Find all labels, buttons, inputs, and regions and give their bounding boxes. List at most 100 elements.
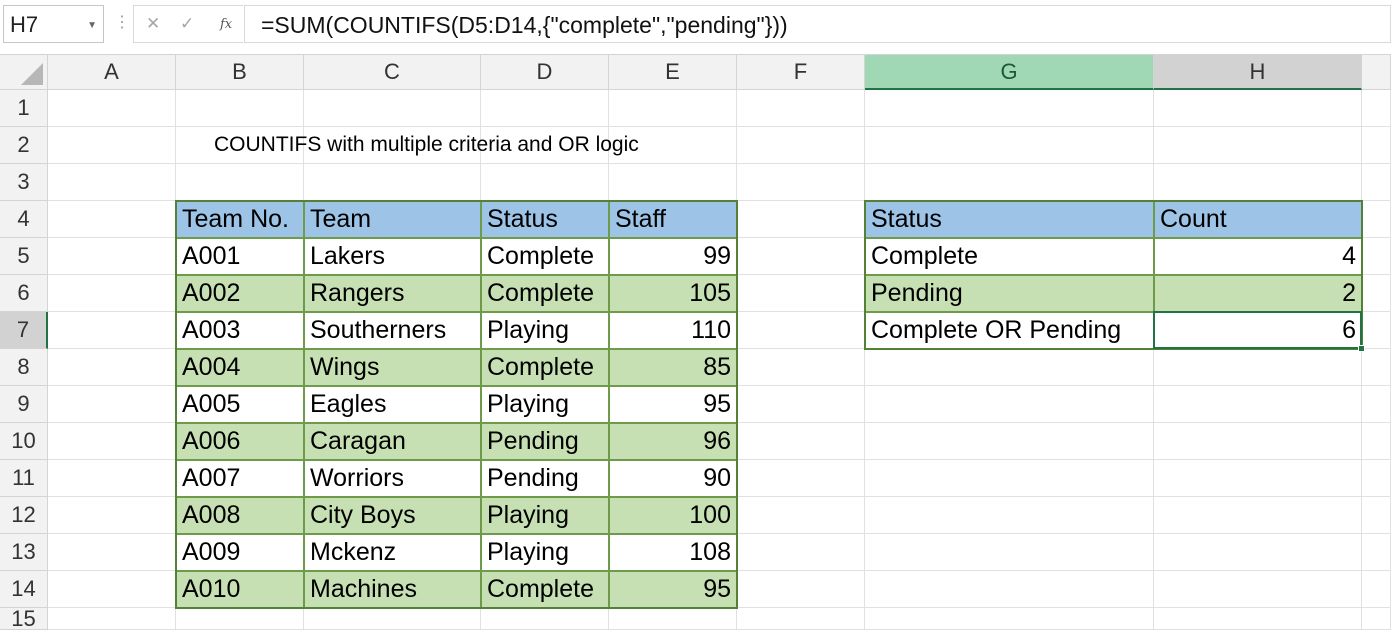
column-header-g[interactable]: G xyxy=(865,55,1154,90)
teams-table-cell[interactable]: 99 xyxy=(609,238,737,275)
teams-table-cell[interactable]: A009 xyxy=(176,534,304,571)
teams-table-cell[interactable]: Wings xyxy=(304,349,481,386)
cell-e3[interactable] xyxy=(609,164,737,201)
cell-f1[interactable] xyxy=(737,90,865,127)
summary-table-cell[interactable]: Complete xyxy=(865,238,1154,275)
teams-table-cell[interactable]: Eagles xyxy=(304,386,481,423)
teams-table-cell[interactable]: City Boys xyxy=(304,497,481,534)
teams-table-cell[interactable]: Playing xyxy=(481,386,609,423)
cell-b3[interactable] xyxy=(176,164,304,201)
cell-h9[interactable] xyxy=(1154,386,1362,423)
select-all-button[interactable] xyxy=(0,55,48,90)
cell-g15[interactable] xyxy=(865,608,1154,630)
cell-f11[interactable] xyxy=(737,460,865,497)
cell-a9[interactable] xyxy=(48,386,176,423)
cell-g11[interactable] xyxy=(865,460,1154,497)
cell-d3[interactable] xyxy=(481,164,609,201)
cell-g9[interactable] xyxy=(865,386,1154,423)
check-icon[interactable]: ✓ xyxy=(180,14,194,34)
cell-g14[interactable] xyxy=(865,571,1154,608)
column-header-h[interactable]: H xyxy=(1154,55,1362,90)
cell-f9[interactable] xyxy=(737,386,865,423)
teams-table-cell[interactable]: 90 xyxy=(609,460,737,497)
row-header-11[interactable]: 11 xyxy=(0,460,48,497)
fill-handle[interactable] xyxy=(1358,345,1365,352)
teams-table-cell[interactable]: 100 xyxy=(609,497,737,534)
cell-e15[interactable] xyxy=(609,608,737,630)
row-header-4[interactable]: 4 xyxy=(0,201,48,238)
teams-table-cell[interactable]: Rangers xyxy=(304,275,481,312)
cell-h11[interactable] xyxy=(1154,460,1362,497)
cell-g12[interactable] xyxy=(865,497,1154,534)
cell-a3[interactable] xyxy=(48,164,176,201)
cell-a11[interactable] xyxy=(48,460,176,497)
teams-table-cell[interactable]: A010 xyxy=(176,571,304,608)
insert-function-icon[interactable]: fx xyxy=(220,17,232,32)
cell-a2[interactable] xyxy=(48,127,176,164)
column-header-d[interactable]: D xyxy=(481,55,609,90)
teams-table-cell[interactable]: Complete xyxy=(481,571,609,608)
teams-table-cell[interactable]: 105 xyxy=(609,275,737,312)
teams-table-cell[interactable]: 96 xyxy=(609,423,737,460)
column-header-e[interactable]: E xyxy=(609,55,737,90)
teams-table-cell[interactable]: 85 xyxy=(609,349,737,386)
cell-a13[interactable] xyxy=(48,534,176,571)
cell-h14[interactable] xyxy=(1154,571,1362,608)
teams-table-cell[interactable]: Machines xyxy=(304,571,481,608)
teams-table-cell[interactable]: Complete xyxy=(481,238,609,275)
teams-table-cell[interactable]: A006 xyxy=(176,423,304,460)
cell-a12[interactable] xyxy=(48,497,176,534)
cell-f3[interactable] xyxy=(737,164,865,201)
chevron-down-icon[interactable]: ▼ xyxy=(87,20,97,31)
teams-table-cell[interactable]: Complete xyxy=(481,275,609,312)
cancel-icon[interactable]: ✕ xyxy=(146,14,160,34)
cell-f13[interactable] xyxy=(737,534,865,571)
cell-f15[interactable] xyxy=(737,608,865,630)
summary-table-cell[interactable]: 6 xyxy=(1154,312,1362,349)
teams-table-cell[interactable]: Pending xyxy=(481,423,609,460)
cell-d15[interactable] xyxy=(481,608,609,630)
cell-a14[interactable] xyxy=(48,571,176,608)
row-header-10[interactable]: 10 xyxy=(0,423,48,460)
cell-a6[interactable] xyxy=(48,275,176,312)
spreadsheet-grid[interactable]: ABCDEFGH 1 2 3 4 5 6 7 8 9 10 11 12 13 14 15 COUNTIFS … xyxy=(0,55,1391,630)
teams-table-cell[interactable]: A003 xyxy=(176,312,304,349)
cell-a7[interactable] xyxy=(48,312,176,349)
teams-table-cell[interactable]: A004 xyxy=(176,349,304,386)
cell-f5[interactable] xyxy=(737,238,865,275)
row-header-15[interactable]: 15 xyxy=(0,606,48,630)
teams-table-cell[interactable]: Playing xyxy=(481,497,609,534)
teams-table-cell[interactable]: A008 xyxy=(176,497,304,534)
cell-g10[interactable] xyxy=(865,423,1154,460)
row-header-9[interactable]: 9 xyxy=(0,386,48,423)
cell-a1[interactable] xyxy=(48,90,176,127)
cell-a8[interactable] xyxy=(48,349,176,386)
row-header-12[interactable]: 12 xyxy=(0,497,48,534)
column-header-b[interactable]: B xyxy=(176,55,304,90)
cell-g2[interactable] xyxy=(865,127,1154,164)
cell-g1[interactable] xyxy=(865,90,1154,127)
formula-input[interactable]: =SUM(COUNTIFS(D5:D14,{"complete","pendin… xyxy=(244,5,1391,43)
teams-table-cell[interactable]: 95 xyxy=(609,571,737,608)
cell-h8[interactable] xyxy=(1154,349,1362,386)
summary-table-cell[interactable]: 2 xyxy=(1154,275,1362,312)
cell-d1[interactable] xyxy=(481,90,609,127)
cell-f7[interactable] xyxy=(737,312,865,349)
row-header-5[interactable]: 5 xyxy=(0,238,48,275)
cell-g3[interactable] xyxy=(865,164,1154,201)
teams-table-cell[interactable]: Playing xyxy=(481,534,609,571)
cell-f14[interactable] xyxy=(737,571,865,608)
cell-a15[interactable] xyxy=(48,608,176,630)
cell-g8[interactable] xyxy=(865,349,1154,386)
summary-table-cell[interactable]: 4 xyxy=(1154,238,1362,275)
cell-h3[interactable] xyxy=(1154,164,1362,201)
cell-h10[interactable] xyxy=(1154,423,1362,460)
teams-table-cell[interactable]: Mckenz xyxy=(304,534,481,571)
cell-c15[interactable] xyxy=(304,608,481,630)
cell-f8[interactable] xyxy=(737,349,865,386)
row-header-1[interactable]: 1 xyxy=(0,90,48,127)
teams-table-cell[interactable]: Worriors xyxy=(304,460,481,497)
row-header-2[interactable]: 2 xyxy=(0,127,48,164)
row-header-8[interactable]: 8 xyxy=(0,349,48,386)
teams-table-cell[interactable]: Playing xyxy=(481,312,609,349)
